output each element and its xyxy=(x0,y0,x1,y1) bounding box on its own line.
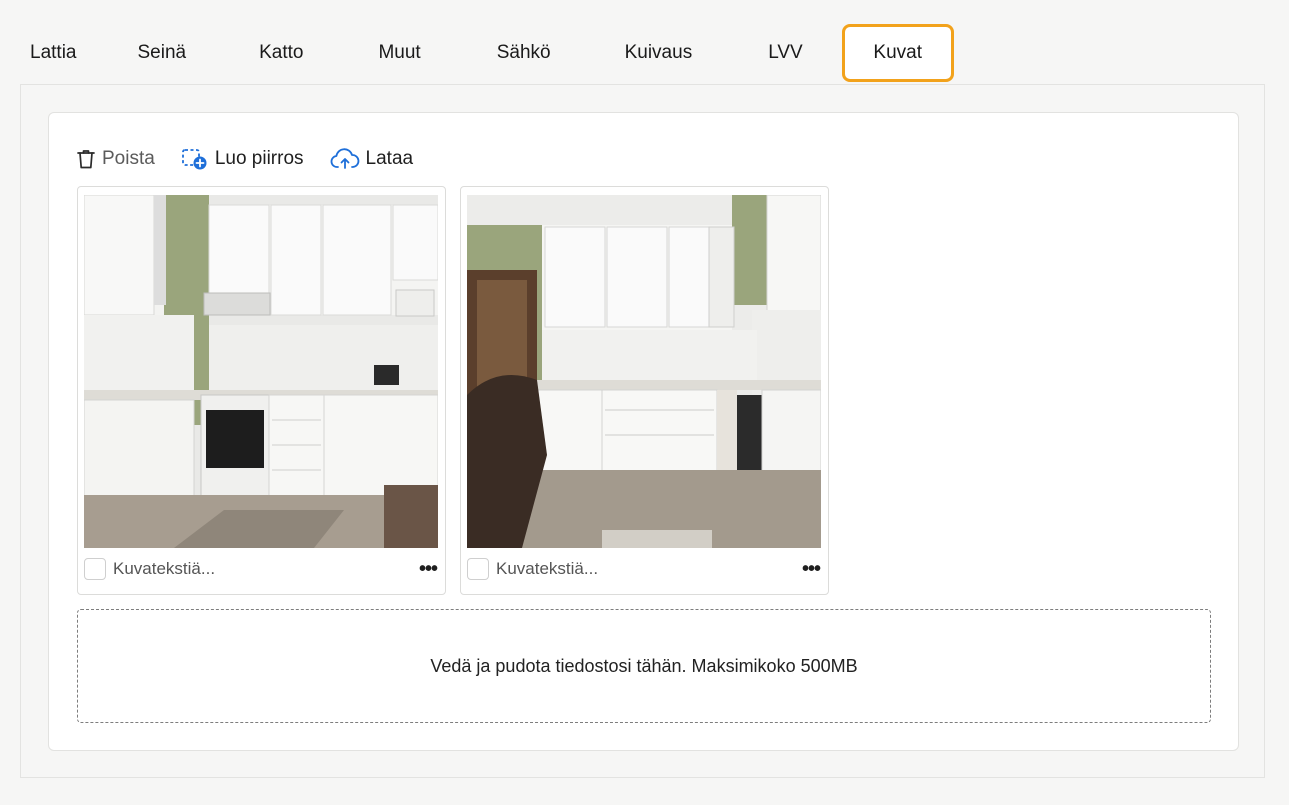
trash-icon xyxy=(76,148,96,170)
delete-button[interactable]: Poista xyxy=(76,148,155,170)
caption-input[interactable] xyxy=(496,559,802,579)
tab-katto[interactable]: Katto xyxy=(217,24,332,82)
image-toolbar: Poista Luo piirros Lataa xyxy=(76,146,413,172)
tab-sahko[interactable]: Sähkö xyxy=(452,24,584,82)
images-card: Poista Luo piirros Lataa Kuvatekstiä... … xyxy=(48,112,1239,751)
caption-row: ••• xyxy=(84,557,438,581)
image-select-checkbox[interactable] xyxy=(84,558,106,580)
file-dropzone[interactable]: Vedä ja pudota tiedostosi tähän. Maksimi… xyxy=(77,609,1211,723)
tab-lvv[interactable]: LVV xyxy=(727,24,842,82)
kitchen-photo[interactable] xyxy=(467,195,821,548)
create-drawing-label: Luo piirros xyxy=(214,148,304,169)
create-drawing-button[interactable]: Luo piirros xyxy=(181,147,304,171)
tab-panel: Poista Luo piirros Lataa Kuvatekstiä... … xyxy=(20,84,1265,778)
more-options-button[interactable]: ••• xyxy=(419,559,438,579)
upload-button[interactable]: Lataa xyxy=(330,148,414,170)
tab-kuivaus[interactable]: Kuivaus xyxy=(584,24,728,82)
kitchen-photo[interactable] xyxy=(84,195,438,548)
tab-bar: Lattia Seinä Katto Muut Sähkö Kuivaus LV… xyxy=(20,24,954,84)
image-select-checkbox[interactable] xyxy=(467,558,489,580)
new-drawing-icon xyxy=(181,147,209,171)
cloud-upload-icon xyxy=(330,148,360,170)
tab-muut[interactable]: Muut xyxy=(332,24,451,82)
caption-row: ••• xyxy=(467,557,821,581)
delete-label: Poista xyxy=(102,148,155,169)
upload-label: Lataa xyxy=(365,148,414,169)
tab-seina[interactable]: Seinä xyxy=(107,24,217,82)
dropzone-text: Vedä ja pudota tiedostosi tähän. Maksimi… xyxy=(430,655,858,676)
caption-input[interactable] xyxy=(113,559,419,579)
tab-kuvat[interactable]: Kuvat xyxy=(841,24,954,82)
tab-lattia[interactable]: Lattia xyxy=(20,24,107,82)
image-tile[interactable]: ••• xyxy=(460,186,829,595)
image-tile[interactable]: ••• xyxy=(77,186,446,595)
more-options-button[interactable]: ••• xyxy=(802,559,821,579)
